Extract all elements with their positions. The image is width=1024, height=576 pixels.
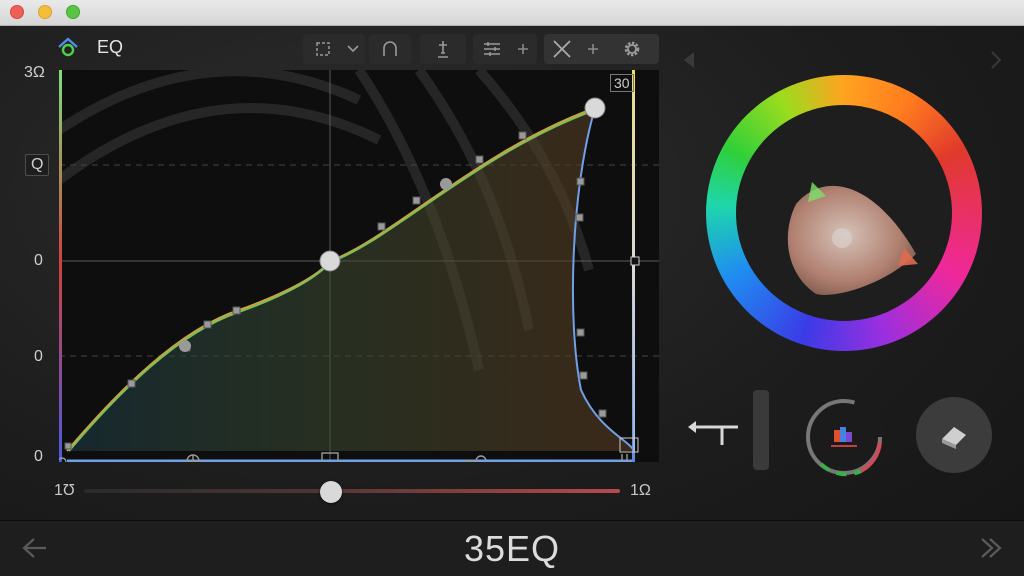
range-slider-handle[interactable] — [320, 481, 342, 503]
eraser-icon[interactable] — [916, 397, 992, 473]
pin-icon[interactable] — [420, 34, 466, 64]
toolbar-group-crop — [303, 34, 365, 64]
back-arrow-icon[interactable] — [680, 50, 700, 75]
app-logo-icon — [58, 37, 78, 57]
slider-max-label: 1Ω — [630, 482, 651, 499]
window-title: EQ — [97, 37, 124, 57]
forward-arrow-icon[interactable] — [986, 50, 1006, 75]
cross-icon[interactable] — [544, 34, 580, 64]
y-label-top: 3Ω — [24, 64, 45, 81]
dial-control[interactable] — [801, 394, 887, 480]
crop-icon[interactable] — [303, 34, 343, 64]
chevron-down-icon[interactable] — [343, 34, 363, 64]
range-slider-track[interactable] — [84, 489, 620, 493]
vertical-level-bar[interactable] — [753, 390, 769, 470]
eq-curve-graph[interactable] — [59, 70, 659, 462]
toolbar-group-arch — [369, 34, 411, 64]
preset-title: 35EQ — [463, 528, 561, 569]
plus-icon[interactable] — [511, 34, 535, 64]
arch-icon[interactable] — [369, 34, 411, 64]
y-label-bottom: 0 — [34, 448, 43, 465]
level-tool-icon[interactable] — [686, 417, 740, 447]
app-window: EQ 3Ω Q 0 0 0 30 1Ʊ 1Ω 35EQ — [0, 26, 1024, 576]
status-bar: 35EQ — [0, 520, 1024, 576]
title-bar — [0, 0, 1024, 26]
slider-min-label: 1Ʊ — [54, 482, 75, 499]
gear-icon[interactable] — [606, 34, 658, 64]
toolbar-group-sliders — [473, 34, 537, 64]
sliders-icon[interactable] — [473, 34, 511, 64]
maximize-window-button[interactable] — [66, 5, 80, 19]
y-label-q: Q — [25, 154, 50, 176]
close-window-button[interactable] — [10, 5, 24, 19]
minimize-window-button[interactable] — [38, 5, 52, 19]
y-label-low: 0 — [34, 348, 43, 365]
toolbar-group-pin — [420, 34, 466, 64]
color-gamut-icon[interactable] — [786, 174, 922, 304]
plus-icon[interactable] — [580, 34, 606, 64]
toolbar-group-cross — [544, 34, 659, 64]
top-right-label: 30 — [610, 74, 634, 92]
y-label-mid: 0 — [34, 252, 43, 269]
arrow-right-icon[interactable] — [978, 535, 1006, 566]
